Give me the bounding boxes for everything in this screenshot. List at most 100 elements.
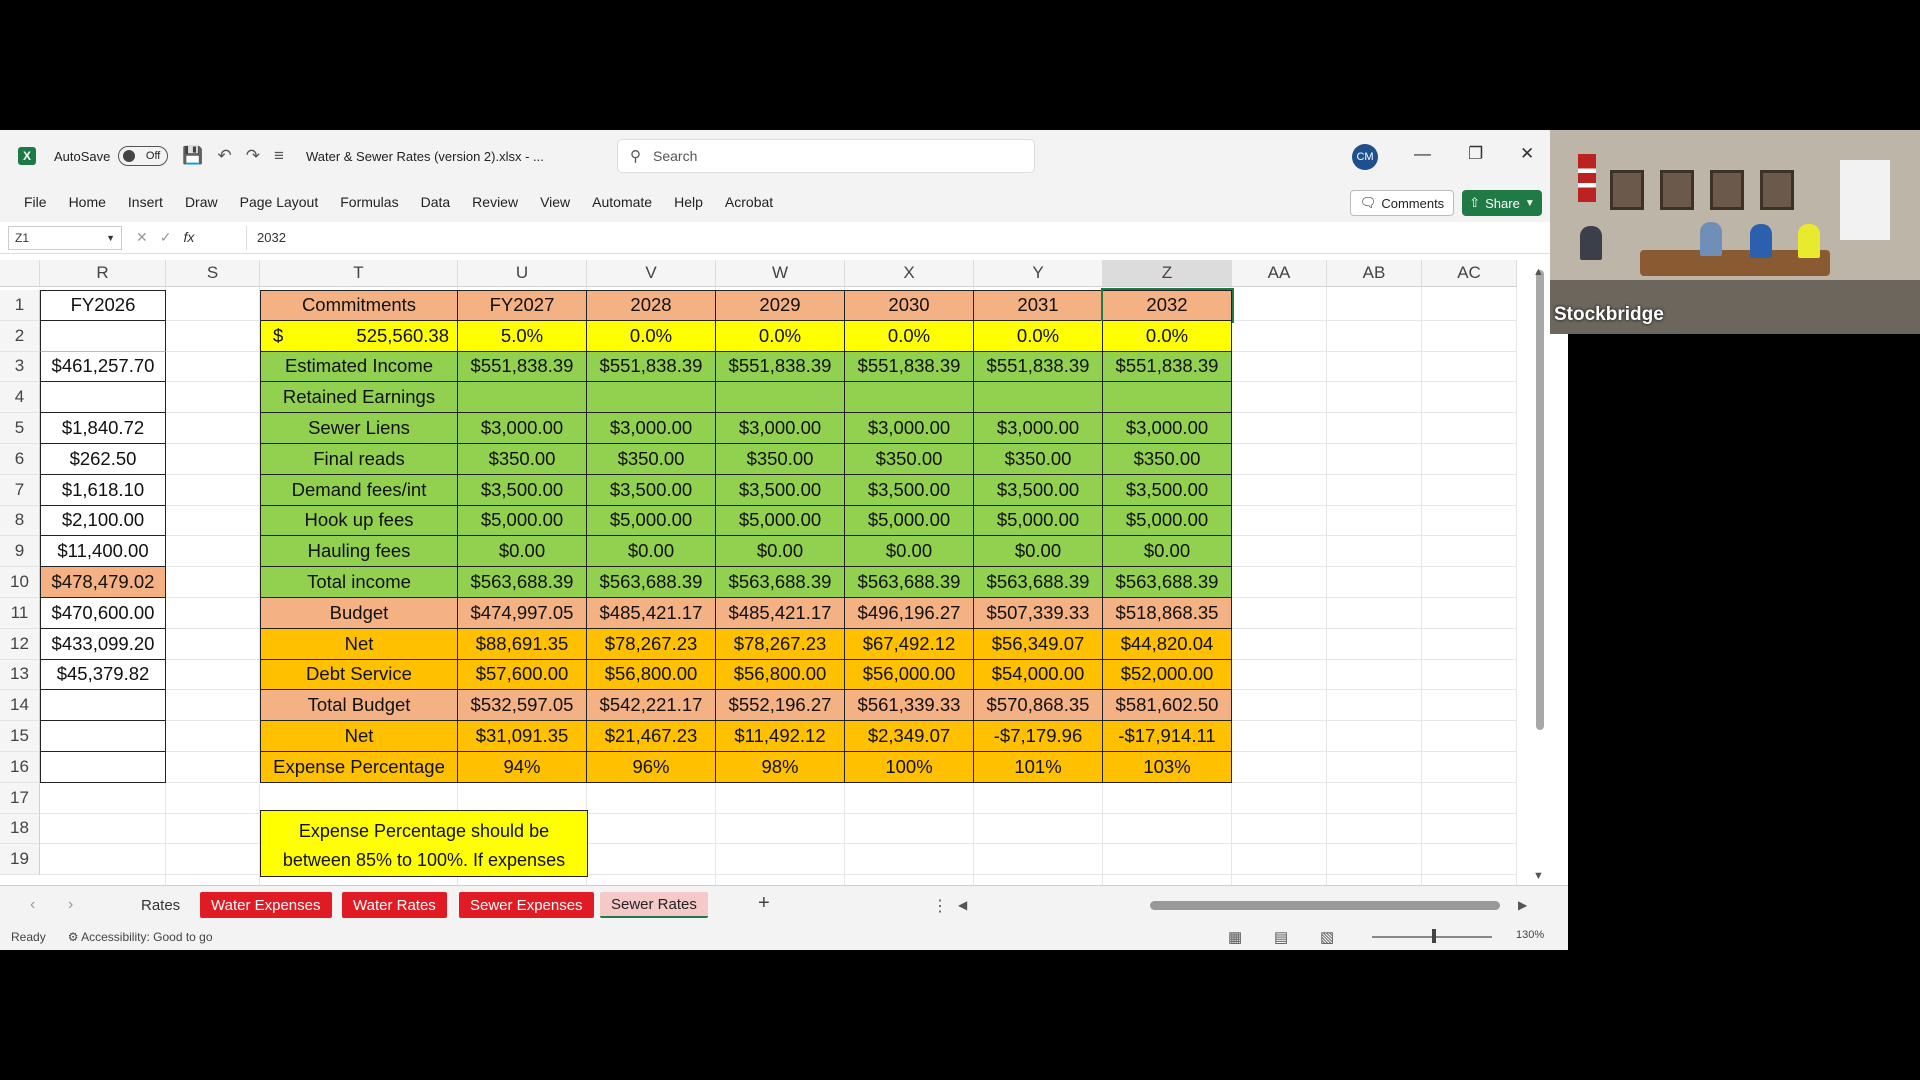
add-sheet-icon[interactable]: + (758, 892, 770, 915)
scroll-up-icon[interactable]: ▲ (1533, 266, 1544, 278)
insert-function-icon[interactable]: fx (183, 229, 194, 246)
table-cell[interactable]: $551,838.39 (974, 351, 1103, 383)
note-text-box[interactable]: Expense Percentage should be between 85%… (260, 809, 588, 878)
cell-r[interactable]: $262.50 (40, 444, 166, 475)
table-cell[interactable]: $67,492.12 (845, 628, 974, 660)
table-cell[interactable]: $78,267.23 (587, 628, 716, 660)
menu-page-layout[interactable]: Page Layout (240, 194, 319, 210)
table-cell[interactable]: $551,838.39 (716, 351, 845, 383)
row-header[interactable]: 5 (0, 413, 40, 444)
menu-automate[interactable]: Automate (592, 194, 652, 210)
table-cell[interactable]: $485,421.17 (587, 598, 716, 629)
table-cell[interactable]: $3,000.00 (458, 413, 587, 444)
sheet-tab-water-expenses[interactable]: Water Expenses (200, 892, 332, 918)
table-cell[interactable]: 94% (458, 752, 587, 783)
redo-icon[interactable]: ↷ (246, 146, 260, 166)
table-cell[interactable]: $563,688.39 (458, 567, 587, 598)
table-cell[interactable] (845, 382, 974, 414)
cell-r[interactable]: $478,479.02 (40, 567, 166, 598)
table-cell[interactable]: $542,221.17 (587, 690, 716, 722)
table-cell[interactable]: $3,500.00 (974, 474, 1103, 506)
table-cell[interactable]: 2029 (716, 290, 845, 321)
menu-review[interactable]: Review (472, 194, 518, 210)
table-cell[interactable] (458, 382, 587, 414)
table-cell[interactable]: $581,602.50 (1103, 690, 1232, 722)
row-header[interactable]: 19 (0, 844, 40, 876)
table-cell[interactable]: $57,600.00 (458, 659, 587, 691)
search-box[interactable]: ⚲ Search (617, 139, 1035, 173)
table-cell[interactable]: -$7,179.96 (974, 721, 1103, 752)
table-cell[interactable]: 5.0% (458, 320, 587, 352)
formula-input[interactable]: 2032 (246, 225, 1536, 250)
table-cell[interactable]: $563,688.39 (1103, 567, 1232, 598)
table-cell[interactable]: $0.00 (458, 536, 587, 568)
table-cell[interactable]: $552,196.27 (716, 690, 845, 722)
cell-r[interactable]: $1,618.10 (40, 474, 166, 506)
table-cell[interactable]: $3,500.00 (1103, 474, 1232, 506)
table-cell[interactable]: $52,000.00 (1103, 659, 1232, 691)
table-cell[interactable]: $88,691.35 (458, 628, 587, 660)
table-cell[interactable]: $3,500.00 (716, 474, 845, 506)
table-cell[interactable]: $0.00 (716, 536, 845, 568)
row-header[interactable]: 8 (0, 505, 40, 537)
table-cell[interactable]: $350.00 (974, 444, 1103, 475)
table-cell[interactable]: $563,688.39 (587, 567, 716, 598)
row-label[interactable]: Estimated Income (260, 351, 458, 383)
cell-r[interactable] (40, 690, 166, 722)
column-header-ab[interactable]: AB (1327, 260, 1422, 287)
row-header[interactable]: 3 (0, 351, 40, 383)
table-cell[interactable]: $551,838.39 (1103, 351, 1232, 383)
scroll-down-icon[interactable]: ▼ (1533, 870, 1544, 882)
table-cell[interactable]: $0.00 (845, 536, 974, 568)
save-icon[interactable]: 💾 (182, 146, 203, 166)
table-cell[interactable]: $350.00 (587, 444, 716, 475)
row-label[interactable]: Commitments (260, 290, 458, 321)
table-cell[interactable]: $350.00 (716, 444, 845, 475)
table-cell[interactable]: $551,838.39 (458, 351, 587, 383)
row-header[interactable]: 15 (0, 721, 40, 752)
row-header[interactable]: 7 (0, 474, 40, 506)
table-cell[interactable]: $518,868.35 (1103, 598, 1232, 629)
menu-view[interactable]: View (540, 194, 570, 210)
table-cell[interactable]: $563,688.39 (845, 567, 974, 598)
row-label[interactable]: Final reads (260, 444, 458, 475)
horizontal-scrollbar[interactable] (1150, 901, 1500, 910)
table-cell[interactable]: $350.00 (458, 444, 587, 475)
row-label[interactable]: Net (260, 628, 458, 660)
table-cell[interactable]: $5,000.00 (1103, 505, 1232, 537)
customize-toolbar-icon[interactable]: ≡ (274, 146, 284, 166)
table-cell[interactable]: $56,800.00 (716, 659, 845, 691)
column-header-y[interactable]: Y (974, 260, 1103, 287)
row-header[interactable]: 10 (0, 567, 40, 598)
table-cell[interactable]: 0.0% (845, 320, 974, 352)
table-cell[interactable]: 2028 (587, 290, 716, 321)
table-cell[interactable]: $532,597.05 (458, 690, 587, 722)
cell-r[interactable]: $1,840.72 (40, 413, 166, 444)
row-header[interactable]: 16 (0, 752, 40, 783)
table-cell[interactable]: $0.00 (1103, 536, 1232, 568)
cell-r[interactable] (40, 382, 166, 414)
table-cell[interactable]: $551,838.39 (587, 351, 716, 383)
table-cell[interactable]: $5,000.00 (716, 505, 845, 537)
row-label[interactable]: Budget (260, 598, 458, 629)
vertical-scrollbar[interactable] (1536, 270, 1544, 730)
accessibility-status[interactable]: ⚙ Accessibility: Good to go (68, 930, 213, 944)
comments-button[interactable]: 🗨 Comments (1350, 190, 1454, 216)
sheet-tab-water-rates[interactable]: Water Rates (342, 892, 447, 918)
check-icon[interactable]: ✓ (160, 229, 172, 246)
row-label[interactable]: Total income (260, 567, 458, 598)
zoom-level[interactable]: 130% (1516, 929, 1544, 941)
page-layout-view-icon[interactable]: ▤ (1274, 928, 1288, 946)
table-cell[interactable]: $563,688.39 (974, 567, 1103, 598)
column-header-t[interactable]: T (260, 260, 458, 287)
row-header[interactable]: 1 (0, 290, 40, 321)
cell-r[interactable]: $11,400.00 (40, 536, 166, 568)
row-label[interactable]: Total Budget (260, 690, 458, 722)
cell-r[interactable]: $461,257.70 (40, 351, 166, 383)
table-cell[interactable]: $3,000.00 (716, 413, 845, 444)
cell-r[interactable] (40, 721, 166, 752)
table-cell[interactable]: $350.00 (845, 444, 974, 475)
table-cell[interactable] (1103, 382, 1232, 414)
normal-view-icon[interactable]: ▦ (1228, 928, 1242, 946)
user-avatar[interactable]: CM (1352, 144, 1378, 170)
